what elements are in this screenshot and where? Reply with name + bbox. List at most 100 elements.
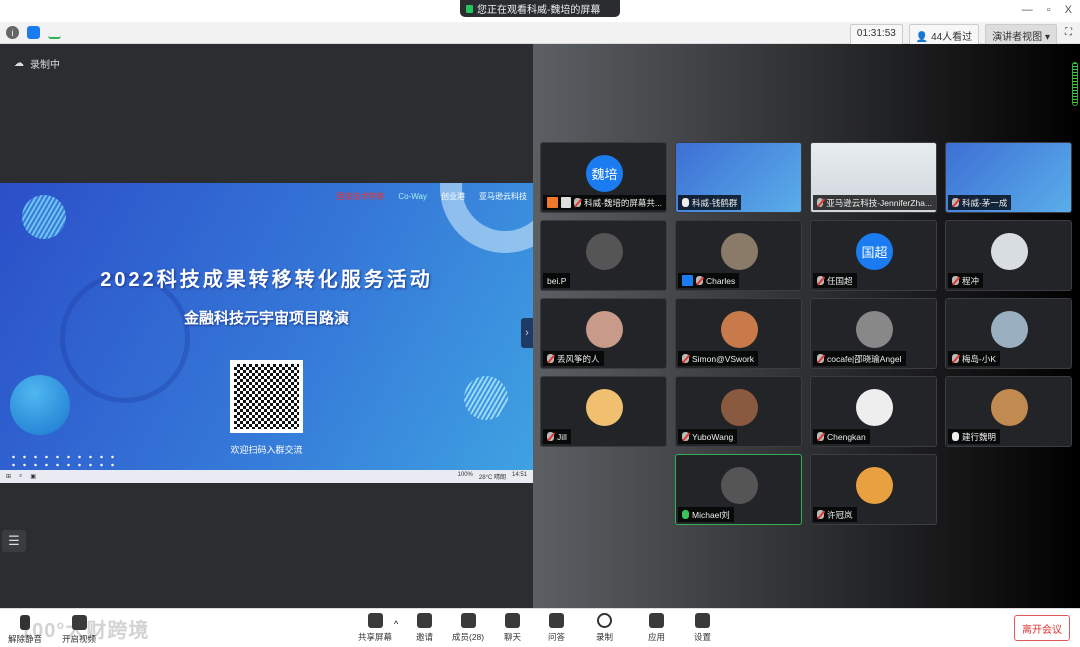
avatar [586, 233, 623, 270]
participant-tile[interactable]: 丢风筝的人 [540, 298, 667, 369]
avatar [856, 467, 893, 504]
share-notice[interactable]: 您正在观看科威-魏培的屏幕 [460, 0, 620, 17]
avatar [856, 311, 893, 348]
invite-icon [417, 613, 432, 628]
microphone-muted-icon [817, 276, 824, 285]
unmute-label: 解除静音 [8, 634, 43, 644]
collapse-panel-button[interactable]: › [521, 318, 533, 348]
start-video-button[interactable]: 开启视频 [62, 615, 96, 645]
microphone-icon [682, 510, 689, 519]
toolbar-members-button[interactable]: 成员(28) [452, 613, 484, 643]
participant-tile[interactable]: 建行魏明 [945, 376, 1072, 447]
participant-tile[interactable]: 梅岛-小K [945, 298, 1072, 369]
logo: 亚马逊云科技 [479, 192, 527, 201]
host-badge-icon [547, 197, 558, 208]
participant-name-tag: 许冠岚 [813, 507, 857, 522]
participant-name: 程冲 [962, 275, 980, 286]
avatar [586, 311, 623, 348]
participant-name: Michael刘 [692, 509, 730, 520]
participant-name: bei.P [547, 275, 567, 286]
participant-tile[interactable]: YuboWang [675, 376, 802, 447]
avatar [856, 389, 893, 426]
microphone-muted-icon [682, 354, 689, 363]
viewers-label: 44人看过 [931, 32, 973, 43]
participant-tile[interactable]: 程冲 [945, 220, 1072, 291]
toolbar-label: 录制 [596, 632, 614, 642]
participant-name: Simon@VSwork [692, 353, 755, 364]
toolbar-record-button[interactable]: 录制 [596, 613, 613, 643]
chat-icon [505, 613, 520, 628]
participant-tile[interactable]: Chengkan [810, 376, 937, 447]
participant-tile[interactable]: 科威-茅一成 [945, 142, 1072, 213]
battery-label: 100% [457, 472, 473, 478]
shield-icon[interactable] [27, 26, 40, 39]
restore-button[interactable]: ▫ [1047, 4, 1051, 16]
avatar [991, 233, 1028, 270]
toolbar-chat-button[interactable]: 聊天 [504, 613, 521, 643]
toolbar-label: 成员(28) [452, 632, 485, 642]
settings-icon [695, 613, 710, 628]
microphone-icon [952, 432, 959, 441]
slide-subtitle: 金融科技元宇宙项目路演 [183, 310, 349, 327]
participant-tile[interactable]: bei.P [540, 220, 667, 291]
avatar: 国超 [856, 233, 893, 270]
folder-icon: ▣ [30, 474, 37, 480]
participant-name: 科威-茅一成 [962, 197, 1008, 208]
signal-icon[interactable] [48, 26, 61, 39]
participant-tile[interactable]: 魏培科威-魏培的屏幕共... [540, 142, 667, 213]
participant-tile[interactable]: 国超 任国超 [810, 220, 937, 291]
microphone-muted-icon [952, 354, 959, 363]
shared-slide: 国家技术转移 Co-Way 创业港 亚马逊云科技 2022科技成果转移转化服务活… [0, 183, 533, 483]
participant-name-tag: 科威-魏培的屏幕共... [543, 195, 666, 210]
chevron-down-icon: ▾ [1044, 32, 1050, 43]
microphone-muted-icon [696, 276, 703, 285]
participant-tile[interactable]: Michael刘 [675, 454, 802, 525]
participant-name-tag: 丢风筝的人 [543, 351, 604, 366]
participant-name-tag: Simon@VSwork [678, 351, 759, 366]
close-button[interactable]: X [1065, 4, 1072, 16]
microphone-muted-icon [952, 198, 959, 207]
participant-name-tag: 梅岛-小K [948, 351, 1001, 366]
participant-tile[interactable]: Charles [675, 220, 802, 291]
toolbar-qa-button[interactable]: 问答 [548, 613, 565, 643]
toolbar-apps-button[interactable]: 应用 [648, 613, 665, 643]
microphone-muted-icon [547, 354, 554, 363]
toolbar-settings-button[interactable]: 设置 [694, 613, 711, 643]
scrollbar[interactable] [1072, 62, 1078, 106]
participant-name: 任国超 [827, 275, 853, 286]
toolbar-label: 聊天 [504, 632, 522, 642]
minimize-button[interactable]: — [1022, 4, 1033, 16]
toolbar-label: 共享屏幕 [358, 632, 393, 642]
share-options-caret[interactable]: ^ [394, 619, 398, 629]
leave-meeting-button[interactable]: 离开会议 [1014, 615, 1070, 641]
microphone-muted-icon [817, 510, 824, 519]
participant-name: cocafe|邵晓瑜Angel [827, 353, 902, 364]
slide-title: 2022科技成果转移转化服务活动 [100, 269, 433, 291]
participant-tile[interactable]: 亚马逊云科技-JenniferZha... [810, 142, 937, 213]
participant-tile[interactable]: Jill [540, 376, 667, 447]
participant-name: 许冠岚 [827, 509, 853, 520]
microphone-muted-icon [817, 354, 824, 363]
record-icon [597, 613, 612, 628]
microphone-muted-icon [20, 615, 30, 630]
participant-name-tag: Michael刘 [678, 507, 734, 522]
participant-tile[interactable]: cocafe|邵晓瑜Angel [810, 298, 937, 369]
participant-name-tag: cocafe|邵晓瑜Angel [813, 351, 906, 366]
list-icon[interactable]: ☰ [2, 530, 26, 552]
participant-name: 亚马逊云科技-JenniferZha... [826, 197, 932, 208]
participant-tile[interactable]: 科威-钱鹤群 [675, 142, 802, 213]
microphone-muted-icon [682, 432, 689, 441]
toolbar-share-screen-button[interactable]: 共享屏幕 [358, 613, 392, 643]
info-icon[interactable]: i [6, 26, 19, 39]
unmute-button[interactable]: 解除静音 [8, 615, 42, 645]
windows-taskbar: ⊞ ⌕ ▣ 100% 28°C 晴朗 14:51 [0, 470, 533, 483]
participant-name: 梅岛-小K [962, 353, 997, 364]
toolbar-invite-button[interactable]: 邀请 [416, 613, 433, 643]
windows-start-icon: ⊞ [6, 474, 12, 480]
sponsor-logos: 国家技术转移 Co-Way 创业港 亚马逊云科技 [336, 191, 527, 202]
participant-tile[interactable]: Simon@VSwork [675, 298, 802, 369]
members-icon [460, 613, 476, 628]
participant-tile[interactable]: 许冠岚 [810, 454, 937, 525]
participant-name-tag: 科威-茅一成 [948, 195, 1012, 210]
avatar: 魏培 [586, 155, 623, 192]
